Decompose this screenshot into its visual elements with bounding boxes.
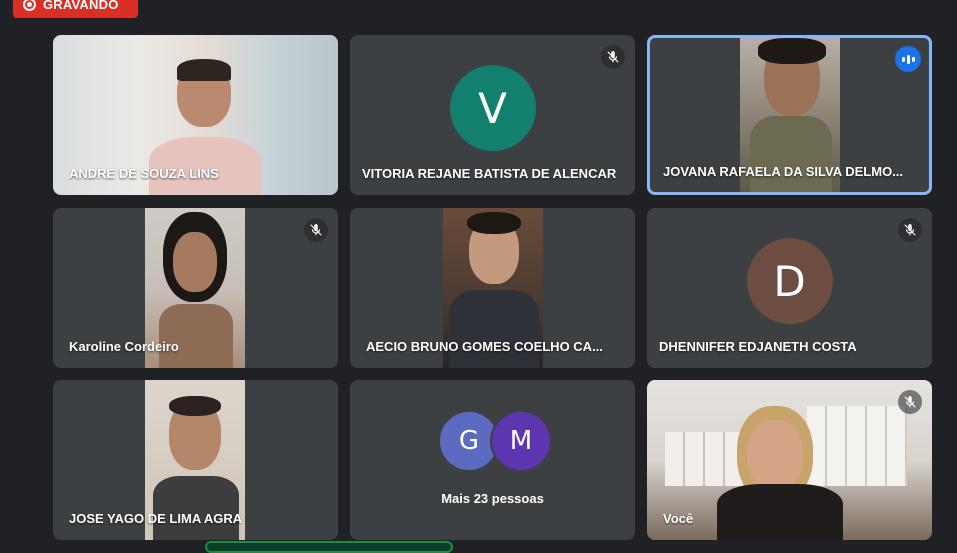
participant-tile[interactable]: ANDRE DE SOUZA LINS	[53, 35, 338, 195]
recording-badge[interactable]: GRAVANDO	[13, 0, 138, 18]
self-view-tile[interactable]: Você	[647, 380, 932, 540]
participant-name: Karoline Cordeiro	[69, 339, 179, 354]
participant-avatar: D	[746, 238, 833, 325]
mic-off-icon	[601, 45, 625, 69]
participant-name: Você	[663, 511, 694, 526]
more-participants-tile[interactable]: G M Mais 23 pessoas	[350, 380, 635, 540]
participant-tile[interactable]: JOSE YAGO DE LIMA AGRA	[53, 380, 338, 540]
participant-tile[interactable]: AECIO BRUNO GOMES COELHO CA...	[350, 208, 635, 368]
participant-avatar: M	[490, 410, 552, 472]
participant-name: AECIO BRUNO GOMES COELHO CA...	[366, 339, 603, 354]
more-participants-label: Mais 23 pessoas	[441, 491, 544, 506]
bottom-notification-bar[interactable]	[205, 541, 453, 553]
audio-level-icon	[895, 46, 921, 72]
participant-name: JOSE YAGO DE LIMA AGRA	[69, 511, 243, 526]
participant-tile[interactable]: JOVANA RAFAELA DA SILVA DELMO...	[647, 35, 932, 195]
participant-name: VITORIA REJANE BATISTA DE ALENCAR	[362, 166, 617, 181]
mic-off-icon	[898, 390, 922, 414]
participant-name: JOVANA RAFAELA DA SILVA DELMO...	[663, 164, 904, 179]
recording-label: GRAVANDO	[43, 0, 119, 12]
participant-tile[interactable]: V VITORIA REJANE BATISTA DE ALENCAR	[350, 35, 635, 195]
participant-name: DHENNIFER EDJANETH COSTA	[659, 339, 857, 354]
participant-tile[interactable]: Karoline Cordeiro	[53, 208, 338, 368]
participant-name: ANDRE DE SOUZA LINS	[69, 166, 219, 181]
participant-avatar: V	[449, 65, 536, 152]
mic-off-icon	[898, 218, 922, 242]
mic-off-icon	[304, 218, 328, 242]
participant-tile[interactable]: D DHENNIFER EDJANETH COSTA	[647, 208, 932, 368]
record-icon	[23, 0, 36, 11]
